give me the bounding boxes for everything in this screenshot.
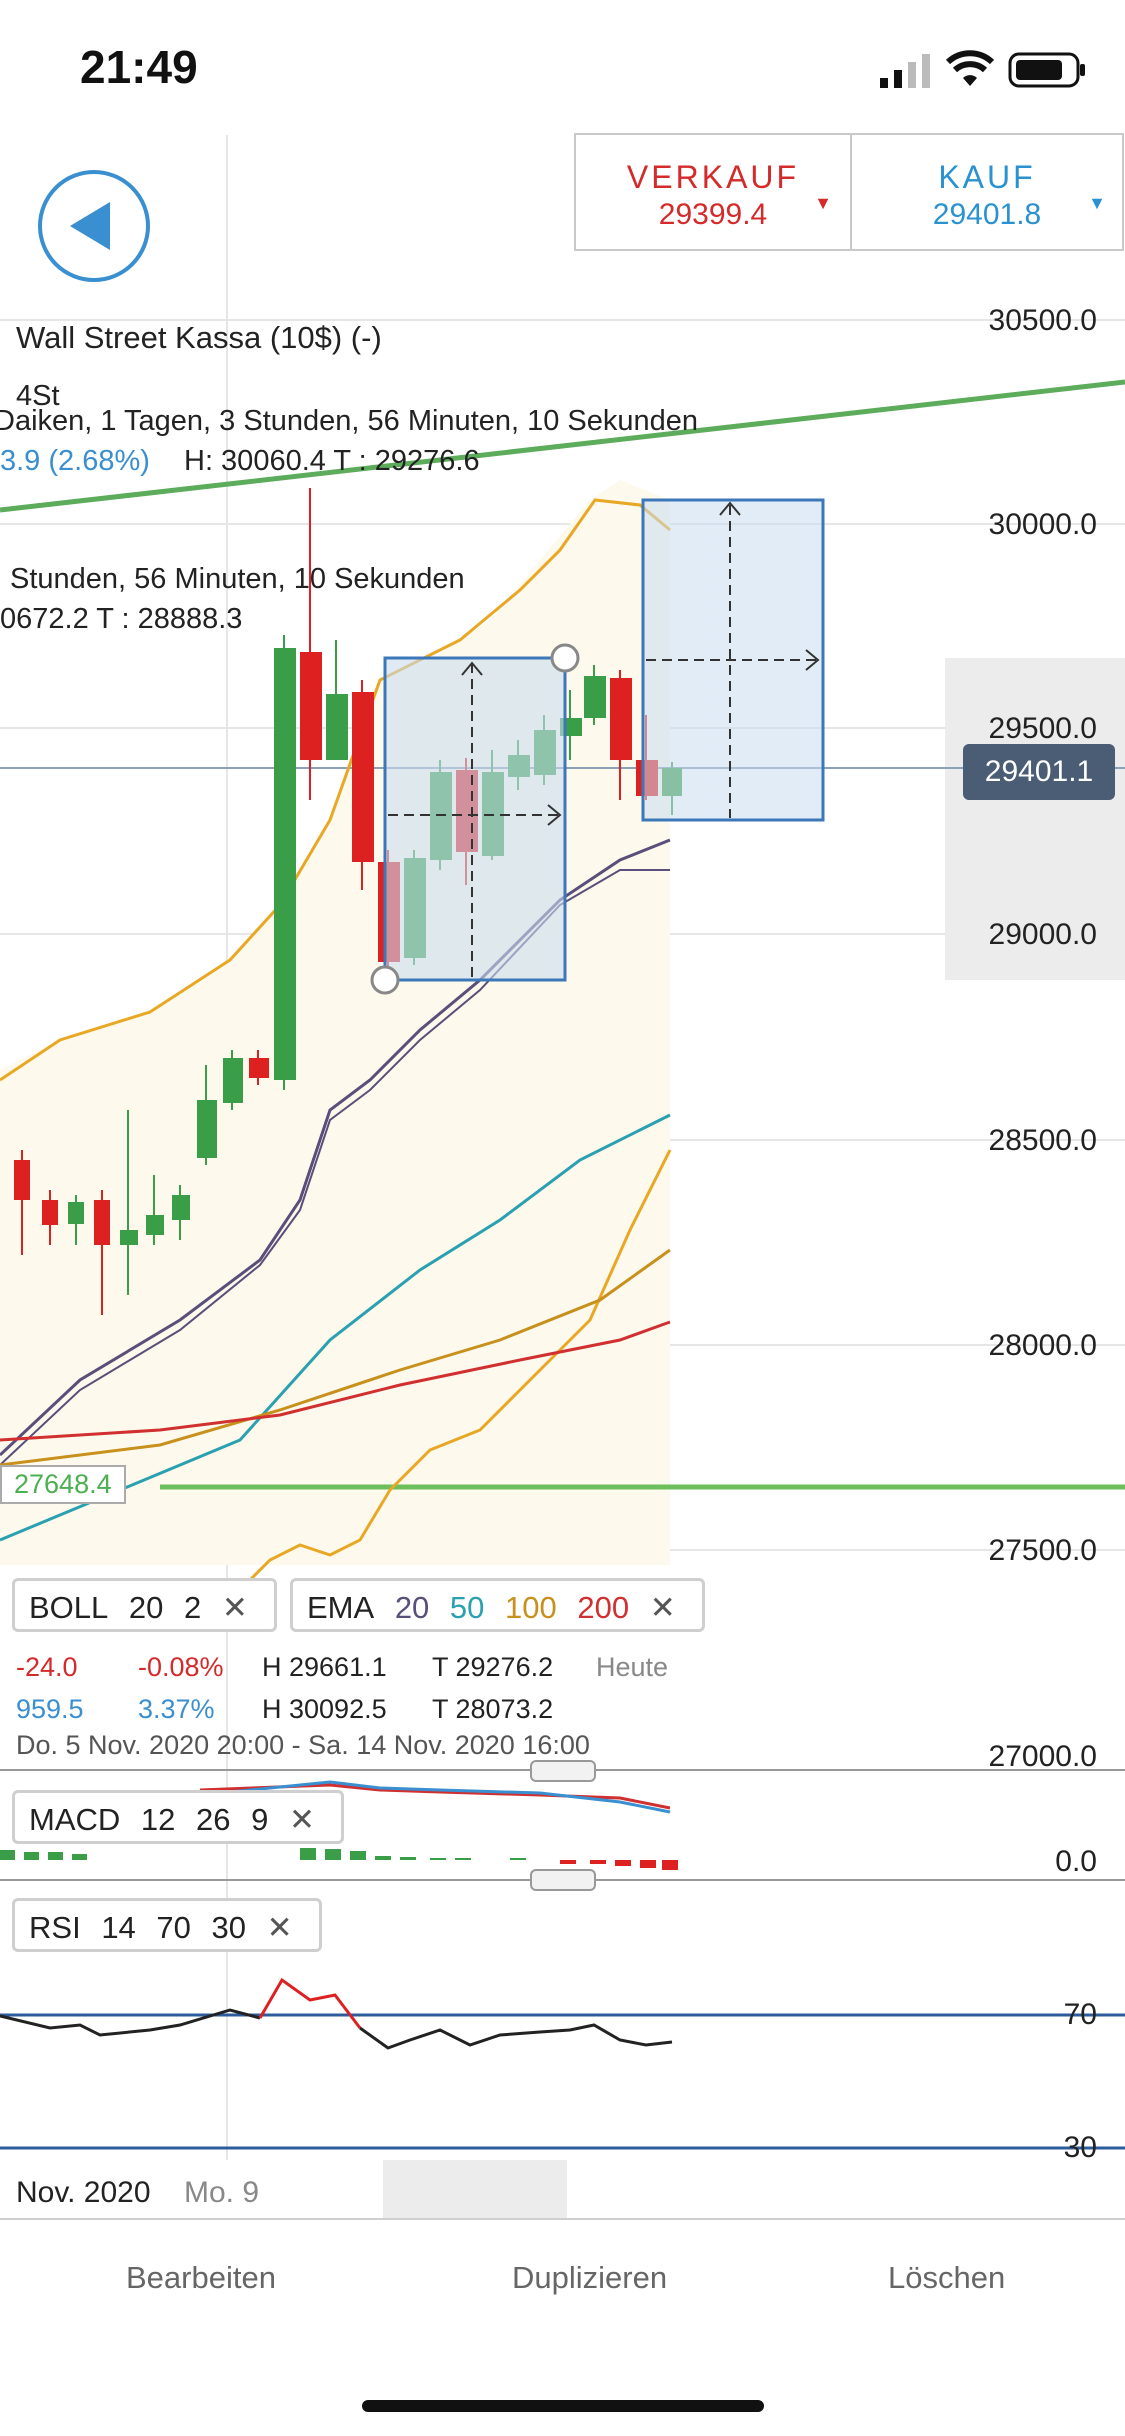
ema-p2: 50 <box>449 1590 485 1625</box>
hl-line-2: 0672.2 T : 28888.3 <box>0 603 243 635</box>
range-tool-1[interactable] <box>370 643 580 995</box>
pane-resize-handle[interactable] <box>530 1869 596 1891</box>
back-arrow-icon <box>70 202 110 250</box>
xaxis-label-month: Nov. 2020 <box>16 2176 151 2209</box>
trade-panel: VERKAUF 29399.4 ▼ KAUF 29401.8 ▼ <box>574 133 1124 251</box>
buy-price: 29401.8 <box>932 198 1042 231</box>
buy-label: KAUF <box>938 159 1036 195</box>
boll-indicator-chip[interactable]: BOLL 20 2 ✕ <box>12 1578 277 1632</box>
sell-price: 29399.4 <box>658 198 768 231</box>
ema-indicator-chip[interactable]: EMA 20 50 100 200 ✕ <box>290 1578 705 1632</box>
triangle-down-icon: ▼ <box>814 193 832 213</box>
countdown-line: Daiken, 1 Tagen, 3 Stunden, 56 Minuten, … <box>0 405 699 437</box>
ema-name: EMA <box>307 1590 375 1625</box>
ema-p3: 100 <box>505 1590 557 1625</box>
stat-range: Do. 5 Nov. 2020 20:00 - Sa. 14 Nov. 2020… <box>16 1730 590 1760</box>
candle <box>584 676 606 718</box>
close-icon[interactable]: ✕ <box>222 1590 248 1625</box>
macd-name: MACD <box>29 1802 121 1837</box>
macd-indicator-chip[interactable]: MACD 12 26 9 ✕ <box>12 1790 344 1844</box>
stat-change: -24.0 <box>16 1652 78 1682</box>
home-indicator[interactable] <box>362 2400 764 2412</box>
stat-change-pct: -0.08% <box>138 1652 224 1682</box>
rsi-overbought-segment <box>258 1977 362 2029</box>
edit-button[interactable]: Bearbeiten <box>126 2260 276 2296</box>
candle <box>326 694 348 760</box>
change-line: 3.9 (2.68%) <box>0 445 150 477</box>
rsi-lower-label: 30 <box>1063 2131 1097 2164</box>
candle <box>14 1160 30 1200</box>
yaxis-tick: 27000.0 <box>988 1740 1097 1773</box>
stat-val-b: 959.5 <box>16 1694 84 1724</box>
sell-button[interactable]: VERKAUF 29399.4 ▼ <box>576 135 852 249</box>
candle <box>146 1215 164 1235</box>
rsi-upper-label: 70 <box>1063 1998 1097 2031</box>
triangle-down-icon: ▼ <box>1088 193 1106 213</box>
macd-p3: 9 <box>251 1802 269 1837</box>
candle <box>42 1200 58 1225</box>
boll-p1: 20 <box>128 1590 164 1625</box>
candle <box>300 652 322 760</box>
yaxis-tick: 28500.0 <box>988 1124 1097 1157</box>
candle <box>68 1202 84 1224</box>
stat-period: Heute <box>596 1652 669 1682</box>
handle-icon[interactable] <box>550 643 580 673</box>
candle <box>352 692 374 862</box>
hl-line: H: 30060.4 T : 29276.6 <box>184 445 480 477</box>
stat-high-a: H 29661.1 <box>262 1652 387 1682</box>
current-price-tag: 29401.1 <box>963 744 1115 800</box>
pane-resize-handle[interactable] <box>530 1760 596 1782</box>
stat-pct-b: 3.37% <box>138 1694 215 1724</box>
stat-low-b: T 28073.2 <box>432 1694 554 1724</box>
sell-label: VERKAUF <box>626 159 800 195</box>
rsi-p1: 14 <box>101 1910 136 1945</box>
yaxis-tick: 29500.0 <box>988 712 1097 745</box>
rsi-name: RSI <box>29 1910 81 1945</box>
xaxis-label-day: Mo. 9 <box>184 2176 260 2209</box>
yaxis-tick: 30000.0 <box>988 508 1097 541</box>
ema-p4: 200 <box>577 1590 630 1625</box>
yaxis-tick: 30500.0 <box>988 304 1097 337</box>
range-tool-2[interactable] <box>641 498 825 822</box>
yaxis-tick: 29000.0 <box>988 918 1097 951</box>
yaxis-tick: 27500.0 <box>988 1534 1097 1567</box>
candle <box>249 1058 269 1078</box>
macd-p2: 26 <box>196 1802 231 1837</box>
candle <box>223 1058 243 1103</box>
duplicate-button[interactable]: Duplizieren <box>512 2260 667 2296</box>
rsi-indicator-chip[interactable]: RSI 14 70 30 ✕ <box>12 1898 322 1952</box>
stat-high-b: H 30092.5 <box>262 1694 387 1724</box>
handle-icon[interactable] <box>370 965 400 995</box>
boll-name: BOLL <box>29 1590 109 1625</box>
stat-low-a: T 29276.2 <box>432 1652 554 1682</box>
macd-histogram <box>0 1848 678 1870</box>
macd-p1: 12 <box>140 1802 176 1837</box>
bottom-toolbar: Bearbeiten Duplizieren Löschen <box>0 2218 1125 2340</box>
macd-zero-label: 0.0 <box>1055 1845 1097 1878</box>
candle <box>94 1200 110 1245</box>
close-icon[interactable]: ✕ <box>650 1590 676 1625</box>
close-icon[interactable]: ✕ <box>267 1910 293 1945</box>
xaxis-highlight <box>383 2160 567 2218</box>
buy-button[interactable]: KAUF 29401.8 ▼ <box>850 135 1124 249</box>
candle <box>172 1195 190 1220</box>
candle <box>197 1100 217 1158</box>
close-icon[interactable]: ✕ <box>289 1802 315 1837</box>
candle <box>120 1230 138 1245</box>
candle <box>610 678 632 760</box>
delete-button[interactable]: Löschen <box>888 2260 1005 2296</box>
candle <box>274 648 296 1080</box>
horizontal-level-label[interactable]: 27648.4 <box>0 1465 126 1504</box>
trendline[interactable] <box>0 379 1125 513</box>
rsi-p2: 70 <box>156 1910 191 1945</box>
boll-p2: 2 <box>184 1590 202 1625</box>
rsi-p3: 30 <box>211 1910 247 1945</box>
back-button[interactable] <box>38 170 150 282</box>
countdown-line-2: Stunden, 56 Minuten, 10 Sekunden <box>10 563 465 595</box>
rsi-line-2 <box>359 2023 673 2050</box>
instrument-name: Wall Street Kassa (10$) (-) <box>16 320 382 355</box>
yaxis-tick: 28000.0 <box>988 1329 1097 1362</box>
ema-p1: 20 <box>394 1590 430 1625</box>
